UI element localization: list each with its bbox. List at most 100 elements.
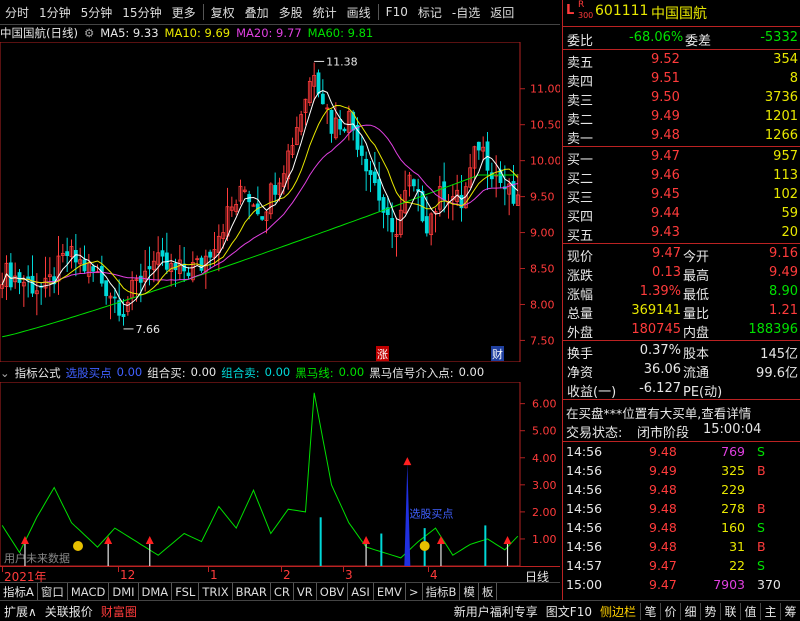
ask-label: 卖三 xyxy=(567,94,594,109)
price-tick-label: 8.50 xyxy=(530,263,555,276)
indicator-tab-0[interactable]: 指标A xyxy=(0,583,38,601)
toolbar-button-2[interactable]: 5分钟 xyxy=(76,4,118,21)
toolbar-button-0[interactable]: 分时 xyxy=(0,4,34,21)
bottom-right-0[interactable]: 笔 xyxy=(640,602,660,620)
toolbar-button-8[interactable]: 统计 xyxy=(308,4,342,21)
toolbar-button-4[interactable]: 更多 xyxy=(167,4,201,21)
indicator-tab-9[interactable]: VR xyxy=(294,583,317,601)
panel-divider xyxy=(563,49,800,50)
indicator-tab-14[interactable]: 指标B xyxy=(423,583,461,601)
indicator-tab-3[interactable]: DMI xyxy=(109,583,139,601)
bottom-right-3[interactable]: 势 xyxy=(700,602,720,620)
bottom-right-2[interactable]: 细 xyxy=(680,602,700,620)
trade-price: 9.48 xyxy=(649,444,677,459)
toolbar-button-3[interactable]: 15分钟 xyxy=(117,4,166,21)
indicator-tabs: 指标A 窗口 MACD DMI DMA FSL TRIX BRAR CR VR OBV ASI EMV >… xyxy=(0,582,560,601)
quote-value-2: 8.90 xyxy=(769,284,798,299)
status-time: 15:00:04 xyxy=(703,422,762,437)
bid-row: 买四 9.44 59 xyxy=(563,205,800,225)
settings-icon[interactable]: ⚙ xyxy=(84,26,94,40)
price-tick-label: 7.50 xyxy=(530,334,555,347)
ma20-line xyxy=(1,124,518,285)
ask-volume: 8 xyxy=(789,71,798,86)
candle-body xyxy=(91,266,96,272)
candlestick-chart[interactable]: 11.00 10.50 10.00 9.50 9.00 8.50 8.00 7.50 11.38… xyxy=(0,42,560,362)
indicator-tab-16[interactable]: 板 xyxy=(479,583,498,601)
fund-label: 收益(一) xyxy=(567,385,617,400)
panel-divider xyxy=(563,340,800,341)
candle-body xyxy=(17,272,22,283)
trade-time: 14:56 xyxy=(566,501,603,516)
trade-volume: 7903 xyxy=(713,577,745,592)
fundamental-row: 净资 36.06 流通 99.6亿 xyxy=(563,361,800,381)
indicator-tab-5[interactable]: FSL xyxy=(172,583,200,601)
trade-time: 14:56 xyxy=(566,444,603,459)
ma20-label: MA20: 9.77 xyxy=(236,26,302,40)
chart-toolbar: 分时 1分钟 5分钟 15分钟 更多 复权 叠加 多股 统计 画线 F10 标记 -自选 返回 xyxy=(0,0,560,25)
arrow-up-icon xyxy=(145,536,154,544)
bottom-right-1[interactable]: 价 xyxy=(660,602,680,620)
bottom-left-2[interactable]: 财富圈 xyxy=(97,603,141,620)
toolbar-button-10[interactable]: F10 xyxy=(381,5,413,19)
trade-side: S xyxy=(757,558,765,573)
indicator-chart[interactable]: 6.00 5.00 4.00 3.00 2.00 1.00 选股买点用户未来数据 xyxy=(0,382,560,566)
arrow-up-icon xyxy=(362,536,371,544)
bid-label: 买二 xyxy=(567,172,594,187)
date-label: 12 xyxy=(120,568,136,582)
bottom-left-1[interactable]: 关联报价 xyxy=(41,603,97,620)
candle-body xyxy=(424,216,429,234)
bottom-right-5[interactable]: 值 xyxy=(740,602,760,620)
bid-row: 买三 9.45 102 xyxy=(563,186,800,206)
bottom-right-4[interactable]: 联 xyxy=(720,602,740,620)
ask-row: 卖三 9.50 3736 xyxy=(563,89,800,109)
indicator-tab-6[interactable]: TRIX xyxy=(199,583,233,601)
toolbar-button-11[interactable]: 标记 xyxy=(413,4,447,21)
bottom-right-7[interactable]: 筹 xyxy=(780,602,800,620)
indicator-tab-4[interactable]: DMA xyxy=(139,583,173,601)
indicator-tab-8[interactable]: CR xyxy=(271,583,294,601)
toolbar-button-7[interactable]: 多股 xyxy=(274,4,308,21)
trade-time: 14:56 xyxy=(566,539,603,554)
indicator-dropdown-icon[interactable]: ⌄ xyxy=(0,366,10,380)
ask-volume: 3736 xyxy=(764,90,798,105)
date-axis: 2021年 12 1 2 3 4 日线 xyxy=(0,566,560,584)
toolbar-button-1[interactable]: 1分钟 xyxy=(34,4,76,21)
bottom-middle-0[interactable]: 新用户福利专享 xyxy=(450,603,542,620)
indicator-tab-1[interactable]: 窗口 xyxy=(38,583,68,601)
weicha-value: -5332 xyxy=(760,30,798,45)
toolbar-button-13[interactable]: 返回 xyxy=(485,4,519,21)
indicator-value-7: 0.00 xyxy=(338,365,365,379)
indicator-tab-15[interactable]: 模 xyxy=(460,583,479,601)
trade-side: S xyxy=(757,520,765,535)
indicator-tab-10[interactable]: OBV xyxy=(317,583,349,601)
indicator-value-6: 黑马线: xyxy=(295,366,334,380)
toolbar-button-9[interactable]: 画线 xyxy=(342,4,376,21)
bottom-left-0[interactable]: 扩展∧ xyxy=(0,603,41,620)
ask-row: 卖五 9.52 354 xyxy=(563,51,800,71)
toolbar-button-12[interactable]: -自选 xyxy=(447,4,485,21)
trade-row: 15:00 9.47 7903 370 xyxy=(563,576,800,596)
notice-row[interactable]: 在买盘***位置有大买单,查看详情 xyxy=(563,402,800,422)
price-tick-label: 9.00 xyxy=(530,227,555,240)
indicator-tab-2[interactable]: MACD xyxy=(68,583,110,601)
quote-value: 180745 xyxy=(631,322,681,337)
indicator-name[interactable]: 指标公式 xyxy=(15,365,61,381)
trade-time: 14:57 xyxy=(566,558,603,573)
bottom-right-6[interactable]: 主 xyxy=(760,602,780,620)
bottom-middle-1[interactable]: 图文F10 xyxy=(542,603,596,620)
indicator-tab-12[interactable]: EMV xyxy=(374,583,406,601)
trade-price: 9.49 xyxy=(649,463,677,478)
candle-body xyxy=(372,171,377,184)
indicator-tab-11[interactable]: ASI xyxy=(348,583,374,601)
bottom-middle-2[interactable]: 侧边栏 xyxy=(596,603,640,620)
bid-row: 买五 9.43 20 xyxy=(563,224,800,244)
indicator-tab-7[interactable]: BRAR xyxy=(233,583,271,601)
candle-body xyxy=(329,109,334,134)
indicator-value-9: 0.00 xyxy=(458,365,485,379)
toolbar-button-5[interactable]: 复权 xyxy=(206,4,240,21)
indicator-tab-13[interactable]: > xyxy=(406,583,423,601)
trade-volume: 31 xyxy=(729,539,745,554)
toolbar-button-6[interactable]: 叠加 xyxy=(240,4,274,21)
fund-label-2: PE(动) xyxy=(683,385,723,400)
date-tick xyxy=(281,567,282,572)
